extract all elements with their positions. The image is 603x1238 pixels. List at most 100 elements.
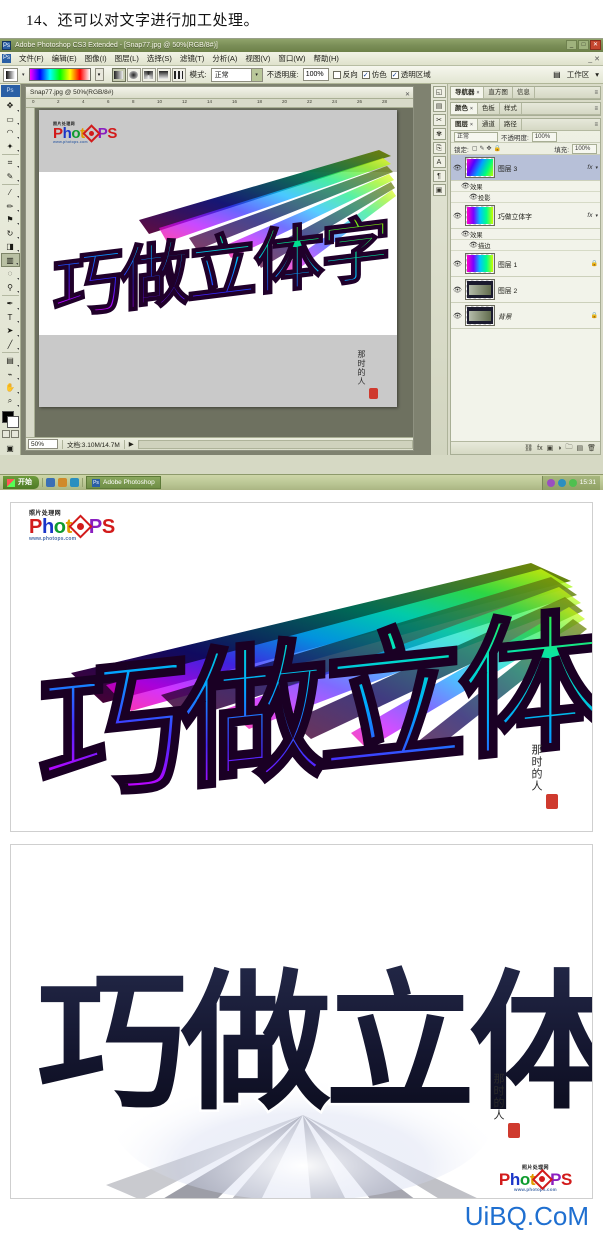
type-tool[interactable]: T [1,311,20,325]
close-button[interactable]: ✕ [590,40,601,50]
eye-icon[interactable]: 👁 [469,241,478,249]
lock-all-icon[interactable]: 🔒 [494,145,501,152]
blend-mode-select[interactable]: 正常 ▾ [210,67,263,82]
tray-icon-2[interactable] [557,478,566,487]
eye-icon[interactable]: 👁 [453,164,462,172]
new-group-icon[interactable]: 🗀 [565,443,572,454]
clone-stamp-tool[interactable]: ⚑ [1,213,20,227]
close-icon[interactable]: × [470,122,473,128]
taskbar-item-photoshop[interactable]: Ps Adobe Photoshop [86,476,161,489]
tab-swatches[interactable]: 色板 [478,103,500,114]
tab-styles[interactable]: 样式 [500,103,522,114]
tab-histogram[interactable]: 直方图 [484,87,513,98]
layer-thumbnail[interactable] [465,305,495,326]
opacity-input[interactable]: 100% [302,68,329,81]
document-window-controls[interactable]: _ ✕ [588,55,600,63]
tab-info[interactable]: 信息 [513,87,535,98]
tab-channels[interactable]: 通道 [478,119,500,130]
link-layers-icon[interactable]: ⛓ [524,444,533,452]
menu-window[interactable]: 窗口(W) [274,53,309,64]
zoom-tool[interactable]: ⌕ [1,395,20,409]
gradient-picker-chevron-icon[interactable]: ▾ [94,68,104,81]
background-color-swatch[interactable] [6,416,19,429]
standard-mode-button[interactable] [1,430,10,439]
layer-effects-badge[interactable]: fx [587,212,592,219]
layer-name[interactable]: 图层 1 [498,259,588,269]
screen-mode-button[interactable]: ▣ [1,441,20,455]
gradient-tool-icon[interactable] [3,67,18,82]
line-tool[interactable]: ╱ [1,338,20,352]
table-row[interactable]: 👁 背景 🔒 [451,303,600,329]
brushes-icon[interactable]: ✾ [432,128,446,140]
photoshop-logo-button[interactable]: Ps [0,85,20,97]
eyedropper-alt-tool[interactable]: ⌁ [1,368,20,382]
tray-clock[interactable]: 15:31 [580,479,596,486]
table-row[interactable]: 👁 图层 3 fx ▾ [451,155,600,181]
layer-name[interactable]: 图层 3 [498,163,584,173]
menu-edit[interactable]: 编辑(E) [48,53,81,64]
eye-icon[interactable]: 👁 [453,260,462,268]
layer-thumbnail[interactable] [465,157,495,178]
restore-button[interactable]: □ [578,40,589,50]
layer-name[interactable]: 巧做立体字 [498,211,584,221]
marquee-tool[interactable]: ▭ [1,113,20,127]
menu-filter[interactable]: 滤镜(T) [176,53,209,64]
chevron-down-icon[interactable]: ▾ [250,68,262,81]
workspace-label[interactable]: 工作区 [567,69,590,80]
desktop-icon[interactable] [46,478,55,487]
tab-color[interactable]: 颜色 × [451,103,478,114]
close-icon[interactable]: × [470,106,473,112]
menu-layer[interactable]: 图层(L) [111,53,143,64]
list-item[interactable]: 👁 效果 [451,181,600,192]
eraser-tool[interactable]: ◨ [1,240,20,254]
path-selection-tool[interactable]: ➤ [1,324,20,338]
eye-icon[interactable]: 👁 [469,193,478,201]
eye-icon[interactable]: 👁 [453,212,462,220]
gradient-type-linear[interactable] [111,67,126,82]
crop-tool[interactable]: ⌗ [1,156,20,170]
status-scrollbar[interactable] [137,439,413,449]
canvas-scroll-area[interactable]: 照片处理网 Phot PS www.photops.com 巧做立体字 那时的人 [35,108,413,437]
menu-select[interactable]: 选择(S) [143,53,176,64]
vertical-ruler[interactable] [26,108,35,437]
brush-tool[interactable]: ✏ [1,199,20,213]
image-canvas[interactable]: 照片处理网 Phot PS www.photops.com 巧做立体字 那时的人 [39,110,397,407]
gradient-type-reflected[interactable] [156,67,171,82]
history-brush-tool[interactable]: ↻ [1,226,20,240]
gradient-type-radial[interactable] [126,67,141,82]
gradient-type-angle[interactable] [141,67,156,82]
tray-icon-1[interactable] [546,478,555,487]
color-swatches[interactable] [1,411,20,429]
list-item[interactable]: 👁 投影 [451,192,600,203]
navigator-icon[interactable]: ◱ [432,86,446,98]
reverse-checkbox[interactable]: 反向 [332,69,358,80]
menu-file[interactable]: 文件(F) [15,53,48,64]
menu-image[interactable]: 图像(I) [81,53,111,64]
zoom-level-input[interactable]: 50% [28,439,58,449]
quick-mask-button[interactable] [10,430,19,439]
clone-source-icon[interactable]: ⎘ [432,142,446,154]
panel-menu-icon[interactable]: ≡ [594,106,598,112]
horizontal-ruler[interactable]: 0 2 4 6 8 10 12 14 16 18 20 22 24 26 28 [26,99,413,108]
tab-navigator[interactable]: 导航器 × [451,87,485,98]
chevron-down-icon[interactable]: ▾ [22,72,25,78]
chevron-down-icon[interactable]: ▾ [595,70,599,79]
layer-thumbnail[interactable] [465,205,495,226]
delete-layer-icon[interactable]: 🗑 [587,444,596,452]
media-icon[interactable] [58,478,67,487]
chevron-down-icon[interactable]: ▾ [595,213,598,219]
layer-thumbnail[interactable] [465,253,495,274]
lock-position-icon[interactable]: ✥ [487,145,492,152]
checkbox-box[interactable] [390,70,399,79]
layer-name[interactable]: 背景 [498,311,588,321]
eye-icon[interactable]: 👁 [461,230,470,238]
gradient-type-diamond[interactable] [171,67,186,82]
layer-opacity-input[interactable]: 100% [531,131,557,142]
healing-brush-tool[interactable]: ⁄ [1,186,20,200]
dither-checkbox[interactable]: 仿色 [361,69,387,80]
browser-icon[interactable] [70,478,79,487]
layer-name[interactable]: 图层 2 [498,285,598,295]
table-row[interactable]: 👁 图层 2 [451,277,600,303]
tab-layers[interactable]: 图层 × [451,119,478,130]
histogram-icon[interactable]: ▤ [432,100,446,112]
